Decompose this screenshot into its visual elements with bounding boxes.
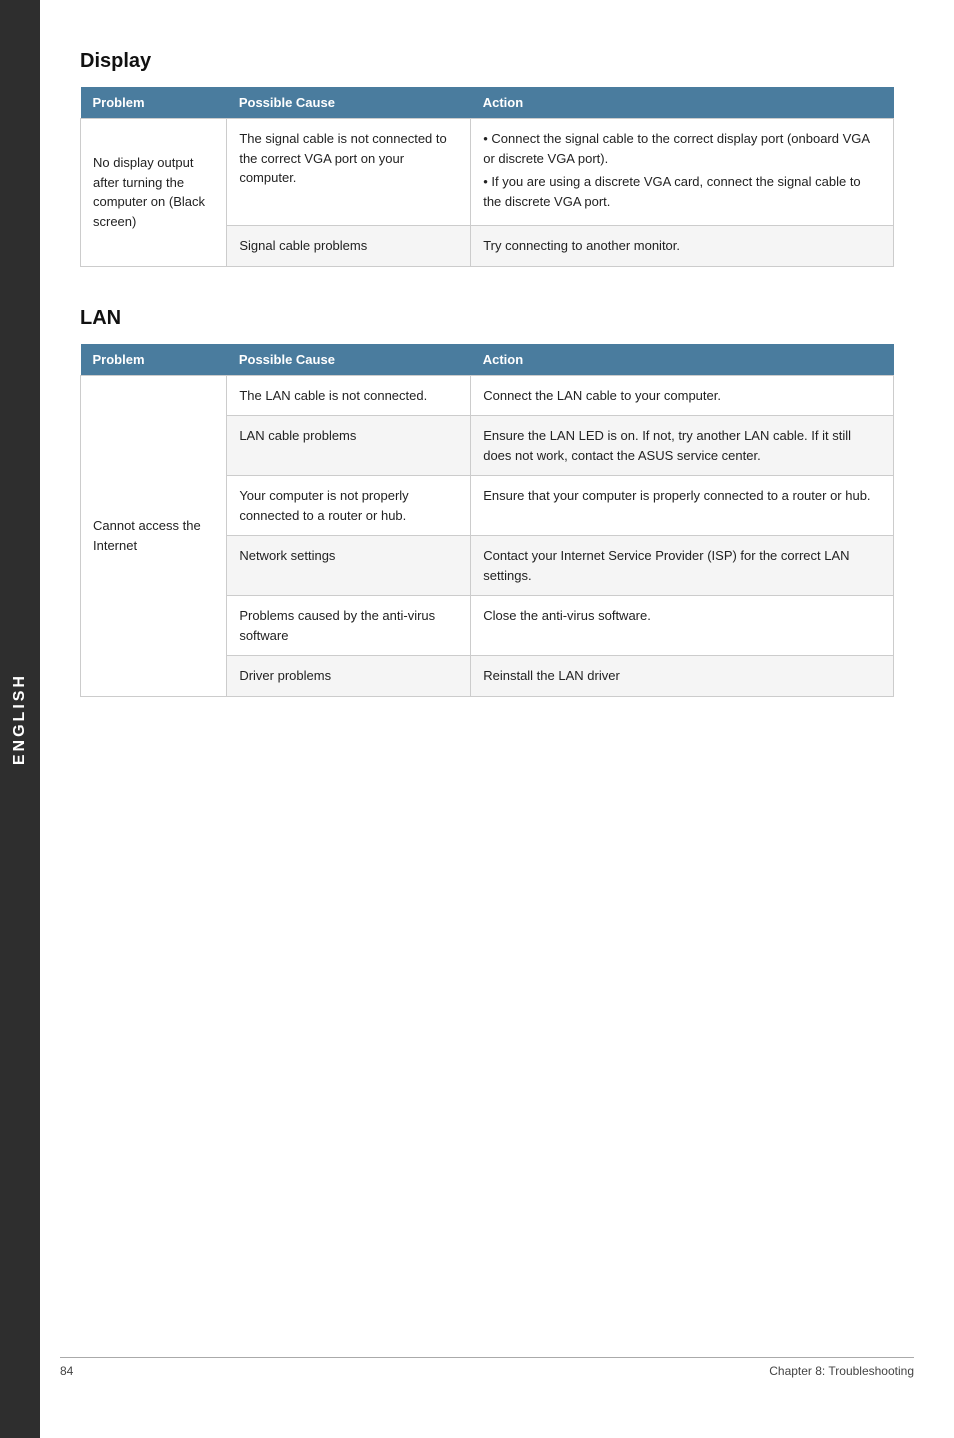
display-section: Display Problem Possible Cause Action No… bbox=[80, 50, 894, 267]
display-header-action: Action bbox=[471, 87, 894, 119]
lan-header-problem: Problem bbox=[81, 344, 227, 376]
display-table: Problem Possible Cause Action No display… bbox=[80, 87, 894, 267]
lan-action-4: Contact your Internet Service Provider (… bbox=[471, 536, 894, 596]
table-row: No display output after turning the comp… bbox=[81, 119, 894, 226]
lan-cause-4: Network settings bbox=[227, 536, 471, 596]
lan-action-6: Reinstall the LAN driver bbox=[471, 656, 894, 697]
lan-cause-6: Driver problems bbox=[227, 656, 471, 697]
lan-section: LAN Problem Possible Cause Action Cannot… bbox=[80, 307, 894, 697]
lan-action-1: Connect the LAN cable to your computer. bbox=[471, 375, 894, 416]
lan-action-2: Ensure the LAN LED is on. If not, try an… bbox=[471, 416, 894, 476]
display-cause-1: The signal cable is not connected to the… bbox=[227, 119, 471, 226]
footer: 84 Chapter 8: Troubleshooting bbox=[60, 1357, 914, 1378]
footer-page-number: 84 bbox=[60, 1364, 73, 1378]
lan-cause-1: The LAN cable is not connected. bbox=[227, 375, 471, 416]
lan-table: Problem Possible Cause Action Cannot acc… bbox=[80, 344, 894, 697]
display-title: Display bbox=[80, 50, 894, 73]
footer-chapter: Chapter 8: Troubleshooting bbox=[769, 1364, 914, 1378]
lan-action-3: Ensure that your computer is properly co… bbox=[471, 476, 894, 536]
lan-cause-3: Your computer is not properly connected … bbox=[227, 476, 471, 536]
lan-action-5: Close the anti-virus software. bbox=[471, 596, 894, 656]
display-problem-1: No display output after turning the comp… bbox=[81, 119, 227, 267]
display-cause-2: Signal cable problems bbox=[227, 226, 471, 267]
lan-cause-5: Problems caused by the anti-virus softwa… bbox=[227, 596, 471, 656]
lan-cause-2: LAN cable problems bbox=[227, 416, 471, 476]
table-row: Cannot access the Internet The LAN cable… bbox=[81, 375, 894, 416]
sidebar-label: ENGLISH bbox=[11, 673, 29, 765]
display-header-cause: Possible Cause bbox=[227, 87, 471, 119]
lan-header-action: Action bbox=[471, 344, 894, 376]
lan-header-cause: Possible Cause bbox=[227, 344, 471, 376]
lan-table-header-row: Problem Possible Cause Action bbox=[81, 344, 894, 376]
display-table-header-row: Problem Possible Cause Action bbox=[81, 87, 894, 119]
display-action-1: Connect the signal cable to the correct … bbox=[471, 119, 894, 226]
sidebar: ENGLISH bbox=[0, 0, 40, 1438]
main-content: Display Problem Possible Cause Action No… bbox=[60, 0, 954, 817]
display-header-problem: Problem bbox=[81, 87, 227, 119]
display-action-2: Try connecting to another monitor. bbox=[471, 226, 894, 267]
lan-problem-1: Cannot access the Internet bbox=[81, 375, 227, 696]
lan-title: LAN bbox=[80, 307, 894, 330]
